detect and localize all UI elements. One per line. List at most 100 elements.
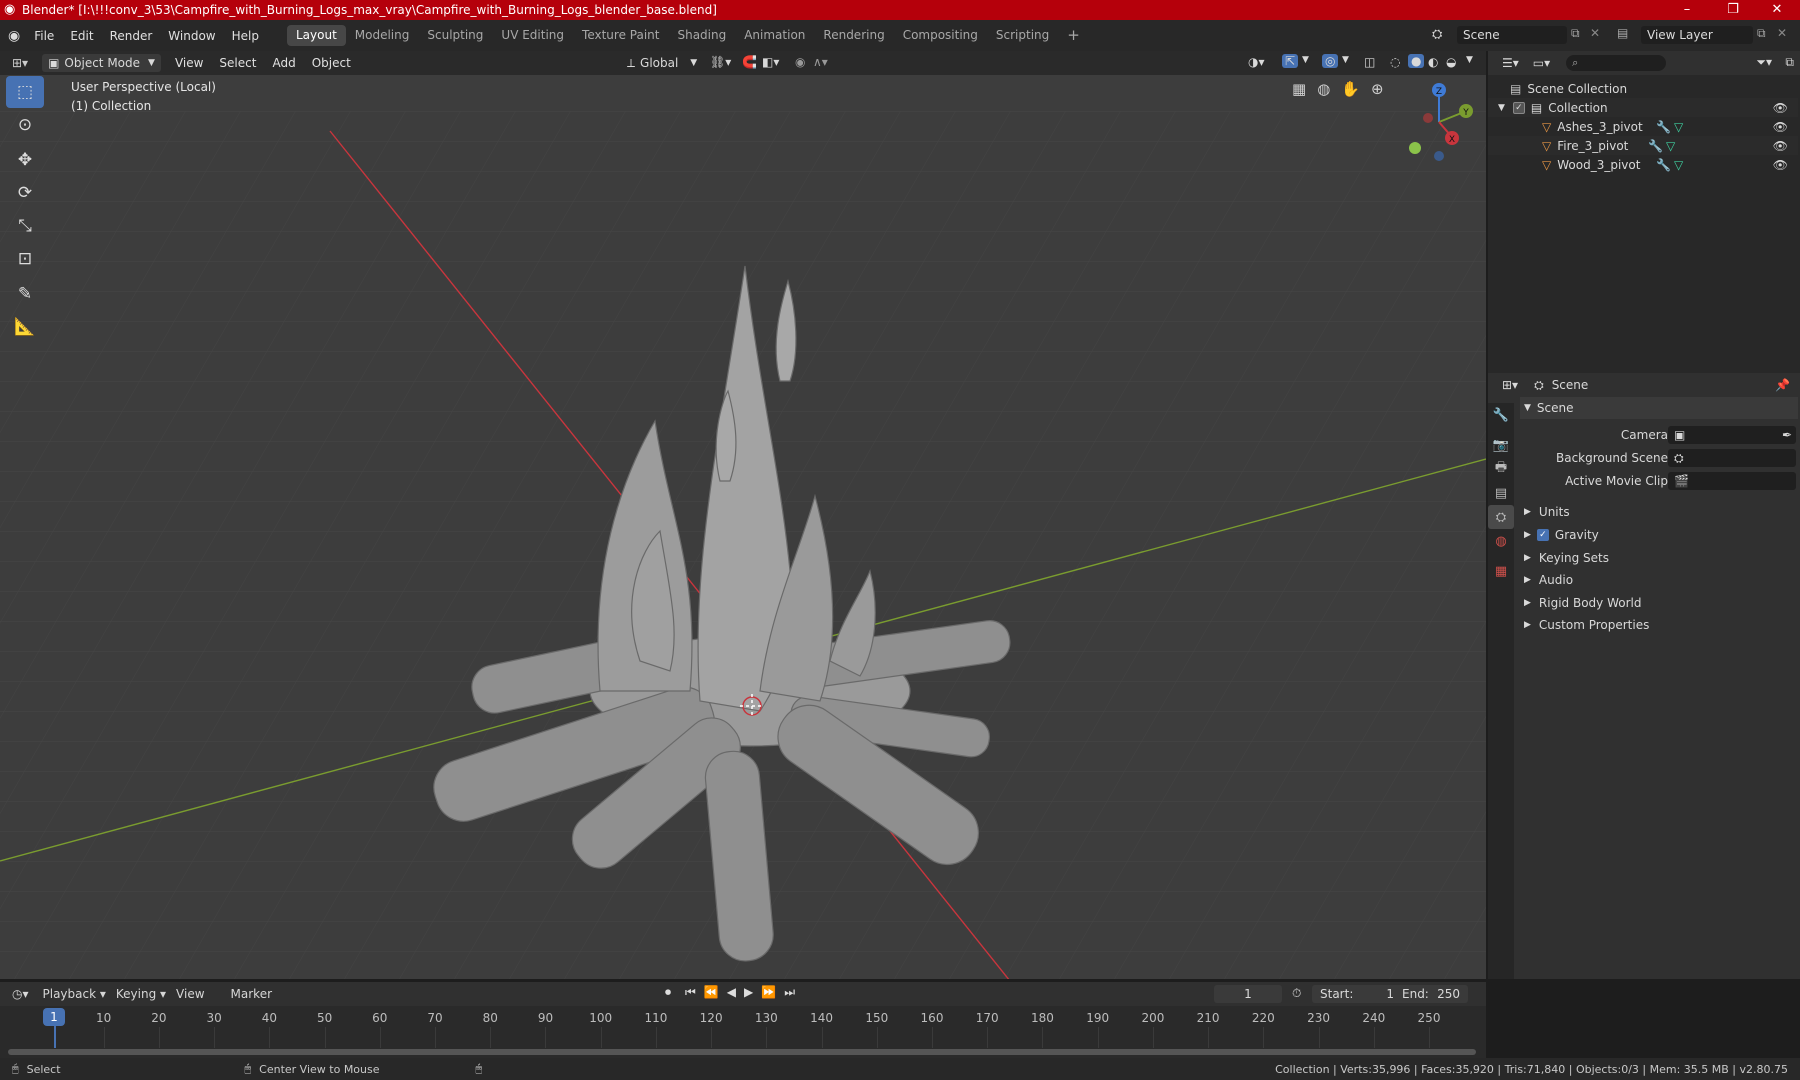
world-tab-icon[interactable]: ◍ [1488,529,1514,553]
mode-selector[interactable]: ▣ Object Mode ▼ [42,54,161,72]
record-icon[interactable]: ⏺ [665,985,671,1000]
outliner-row-object[interactable]: ▽ Fire_3_pivot 🔧 ▽ 👁 [1488,136,1798,155]
falloff-icon[interactable]: ∧▾ [813,55,828,69]
outliner-row-collection[interactable]: ▼ ✓ ▤ Collection 👁 [1488,98,1798,117]
measure-tool-icon[interactable]: 📐 [6,311,44,343]
timeline-menu-view[interactable]: View [176,987,204,1001]
orientation-selector[interactable]: ⟂ Global ▼ [627,54,697,72]
scene-selector[interactable]: Scene [1457,26,1567,44]
background-scene-field[interactable]: ⛭ [1668,449,1796,467]
rigid-body-world-panel[interactable]: ▶ Rigid Body World [1520,592,1798,614]
eyedropper-icon[interactable]: ✒ [1782,426,1792,444]
menu-edit[interactable]: Edit [62,29,101,43]
gravity-checkbox[interactable]: ✓ [1536,529,1549,541]
viewport-menu-select[interactable]: Select [211,56,264,70]
modifier-wrench-icon[interactable]: 🔧 [1656,158,1671,172]
gizmo-toggle-icon[interactable]: ⇱ [1282,54,1299,68]
view-layer-tab-icon[interactable]: ▤ [1488,481,1514,505]
camera-view-icon[interactable]: ◍ [1317,80,1330,98]
visibility-eye-icon[interactable]: 👁 [1773,120,1788,134]
start-frame-field[interactable]: Start: 1 [1312,985,1402,1003]
render-tab-icon[interactable]: 📷 [1488,433,1514,457]
visibility-eye-icon[interactable]: 👁 [1773,101,1788,115]
custom-properties-panel[interactable]: ▶ Custom Properties [1520,614,1798,636]
minimize-button[interactable]: – [1664,0,1710,20]
filter-icon[interactable]: ⏷▾ [1756,55,1772,70]
viewport-menu-add[interactable]: Add [264,56,303,70]
navigation-gizmo[interactable]: Z Y X [1395,76,1475,161]
viewport-menu-object[interactable]: Object [304,56,359,70]
tab-rendering[interactable]: Rendering [814,25,893,46]
timeline-editor-icon[interactable]: ◷▾ [12,987,29,1001]
tab-uv-editing[interactable]: UV Editing [492,25,573,46]
proportional-edit-icon[interactable]: ◉ [795,55,805,69]
gizmo-menu-icon[interactable]: ▼ [1302,55,1309,65]
scene-tab-icon[interactable]: ⛭ [1488,505,1514,529]
snap-icon[interactable]: 🧲 [742,55,757,69]
gravity-panel[interactable]: ▶ ✓ Gravity [1520,524,1798,546]
jump-end-icon[interactable]: ⏭ [784,985,795,1000]
scene-remove-icon[interactable]: ✕ [1590,26,1600,40]
timeline-menu-playback[interactable]: Playback ▾ [43,987,106,1001]
visibility-icon[interactable]: ◑▾ [1248,55,1265,69]
wireframe-shading-icon[interactable]: ◌ [1390,55,1400,69]
scale-tool-icon[interactable]: ⤡ [6,210,44,242]
close-button[interactable]: ✕ [1754,0,1800,20]
menu-window[interactable]: Window [160,29,223,43]
solid-shading-icon[interactable]: ● [1408,54,1425,68]
units-panel[interactable]: ▶ Units [1520,501,1798,523]
view-layer-selector[interactable]: View Layer [1641,26,1753,44]
tab-scripting[interactable]: Scripting [987,25,1058,46]
audio-panel[interactable]: ▶ Audio [1520,569,1798,591]
prev-keyframe-icon[interactable]: ⏪ [704,985,719,1000]
outliner-row-object[interactable]: ▽ Ashes_3_pivot 🔧 ▽ 👁 [1488,117,1798,136]
end-frame-field[interactable]: End: 250 [1394,985,1468,1003]
xray-icon[interactable]: ◫ [1364,55,1375,69]
jump-start-icon[interactable]: ⏮ [685,985,696,1000]
playhead-marker[interactable]: 1 [43,1008,65,1026]
scene-section-header[interactable]: ▼ Scene [1520,397,1798,419]
visibility-eye-icon[interactable]: 👁 [1773,139,1788,153]
tab-texture-paint[interactable]: Texture Paint [573,25,668,46]
pin-icon[interactable]: 📌 [1775,378,1790,392]
menu-help[interactable]: Help [224,29,267,43]
active-movie-clip-field[interactable]: 🎬 [1668,472,1796,490]
tab-modeling[interactable]: Modeling [346,25,419,46]
pivot-icon[interactable]: ⛓▾ [710,55,731,69]
tab-animation[interactable]: Animation [735,25,814,46]
display-mode-icon[interactable]: ▭▾ [1533,56,1550,70]
mesh-data-icon[interactable]: ▽ [1674,120,1683,134]
properties-editor-icon[interactable]: ⊞▾ [1502,378,1518,392]
menu-render[interactable]: Render [102,29,161,43]
pan-hand-icon[interactable]: ✋ [1341,80,1360,98]
overlay-toggle-icon[interactable]: ◎ [1322,54,1339,68]
move-tool-icon[interactable]: ✥ [6,144,44,176]
transform-tool-icon[interactable]: ⊡ [6,243,44,275]
play-icon[interactable]: ▶ [744,985,753,1000]
mesh-data-icon[interactable]: ▽ [1666,139,1675,153]
expand-arrow-icon[interactable]: ▼ [1498,103,1505,113]
outliner-row-scene-collection[interactable]: ▤ Scene Collection [1488,79,1798,98]
snap-target-icon[interactable]: ◧▾ [762,55,779,69]
shading-menu-icon[interactable]: ▼ [1466,55,1473,65]
timeline-scrollbar[interactable] [8,1049,1476,1055]
timeline-menu-marker[interactable]: Marker [231,987,272,1001]
tab-compositing[interactable]: Compositing [894,25,987,46]
stopwatch-icon[interactable]: ⏱ [1292,986,1301,1001]
texture-tab-icon[interactable]: ▦ [1488,559,1514,583]
modifier-wrench-icon[interactable]: 🔧 [1656,120,1671,134]
material-shading-icon[interactable]: ◐ [1428,55,1438,69]
3d-viewport[interactable]: User Perspective (Local) (1) Collection … [0,51,1486,979]
mesh-data-icon[interactable]: ▽ [1674,158,1683,172]
timeline-menu-keying[interactable]: Keying ▾ [116,987,166,1001]
rotate-tool-icon[interactable]: ⟳ [6,177,44,209]
tab-sculpting[interactable]: Sculpting [418,25,492,46]
visibility-eye-icon[interactable]: 👁 [1773,158,1788,172]
collection-checkbox[interactable]: ✓ [1512,101,1525,114]
cursor-tool-icon[interactable]: ⊙ [6,109,44,141]
maximize-button[interactable]: ❐ [1710,0,1756,20]
annotate-tool-icon[interactable]: ✎ [6,278,44,310]
add-workspace-button[interactable]: + [1058,25,1089,46]
tab-shading[interactable]: Shading [668,25,735,46]
tool-tab-icon[interactable]: 🔧 [1488,403,1514,427]
